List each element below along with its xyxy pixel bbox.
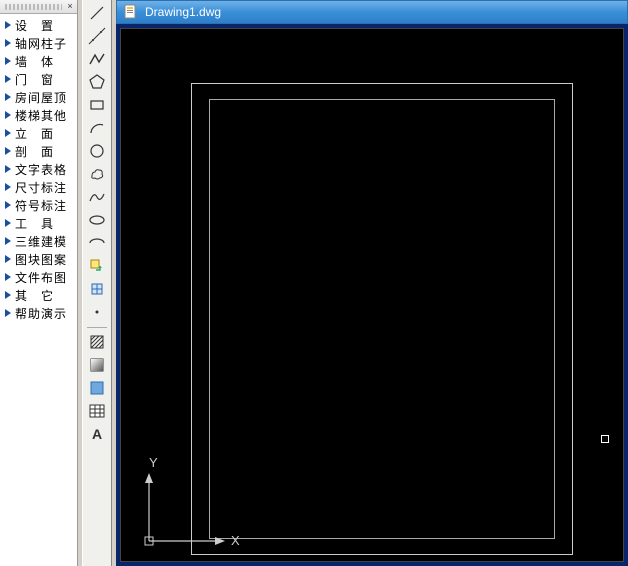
point-tool[interactable] <box>85 301 109 323</box>
sidebar-item-label: 工 具 <box>15 215 54 232</box>
sidebar-item-label: 帮助演示 <box>15 305 67 322</box>
category-panel: × 设 置 轴网柱子 墙 体 门 窗 房间屋顶 楼梯其他 立 面 <box>0 0 78 566</box>
expand-icon <box>4 111 12 119</box>
table-tool[interactable] <box>85 400 109 422</box>
construction-line-tool[interactable] <box>85 25 109 47</box>
ellipse-tool[interactable] <box>85 209 109 231</box>
sidebar-item-section[interactable]: 剖 面 <box>0 142 77 160</box>
sidebar-item-help-demo[interactable]: 帮助演示 <box>0 304 77 322</box>
sidebar-item-dimensions[interactable]: 尺寸标注 <box>0 178 77 196</box>
text-tool[interactable]: A <box>85 423 109 445</box>
sidebar-item-label: 设 置 <box>15 17 54 34</box>
document-title: Drawing1.dwg <box>145 5 221 19</box>
panel-close-button[interactable]: × <box>65 2 75 12</box>
svg-text:A: A <box>92 426 102 442</box>
sidebar-item-room-roof[interactable]: 房间屋顶 <box>0 88 77 106</box>
sidebar-item-3d-modeling[interactable]: 三维建模 <box>0 232 77 250</box>
panel-header: × <box>0 0 77 14</box>
make-block-tool[interactable] <box>85 278 109 300</box>
expand-icon <box>4 237 12 245</box>
draw-toolbar: A <box>82 0 112 566</box>
expand-icon <box>4 93 12 101</box>
sidebar-item-walls[interactable]: 墙 体 <box>0 52 77 70</box>
category-list: 设 置 轴网柱子 墙 体 门 窗 房间屋顶 楼梯其他 立 面 剖 面 <box>0 14 77 324</box>
drawing-window: Drawing1.dwg Y X <box>116 0 628 566</box>
sidebar-item-grid-columns[interactable]: 轴网柱子 <box>0 34 77 52</box>
expand-icon <box>4 255 12 263</box>
expand-icon <box>4 309 12 317</box>
region-tool[interactable] <box>85 377 109 399</box>
expand-icon <box>4 129 12 137</box>
sidebar-item-label: 门 窗 <box>15 71 54 88</box>
revision-cloud-tool[interactable] <box>85 163 109 185</box>
sidebar-item-label: 尺寸标注 <box>15 179 67 196</box>
sidebar-item-other[interactable]: 其 它 <box>0 286 77 304</box>
sidebar-item-label: 图块图案 <box>15 251 67 268</box>
expand-icon <box>4 201 12 209</box>
sidebar-item-label: 墙 体 <box>15 53 54 70</box>
sidebar-item-file-layout[interactable]: 文件布图 <box>0 268 77 286</box>
sidebar-item-stairs[interactable]: 楼梯其他 <box>0 106 77 124</box>
circle-tool[interactable] <box>85 140 109 162</box>
sidebar-item-label: 楼梯其他 <box>15 107 67 124</box>
polyline-tool[interactable] <box>85 48 109 70</box>
polygon-tool[interactable] <box>85 71 109 93</box>
rectangle-tool[interactable] <box>85 94 109 116</box>
toolbar-separator <box>87 327 107 328</box>
expand-icon <box>4 75 12 83</box>
sidebar-item-label: 房间屋顶 <box>15 89 67 106</box>
sidebar-item-elevation[interactable]: 立 面 <box>0 124 77 142</box>
expand-icon <box>4 291 12 299</box>
sidebar-item-settings[interactable]: 设 置 <box>0 16 77 34</box>
expand-icon <box>4 147 12 155</box>
ucs-y-label: Y <box>149 455 158 470</box>
expand-icon <box>4 57 12 65</box>
expand-icon <box>4 219 12 227</box>
gradient-tool[interactable] <box>85 354 109 376</box>
sidebar-item-label: 剖 面 <box>15 143 54 160</box>
drawing-rect-inner <box>209 99 555 539</box>
ucs-x-label: X <box>231 533 240 548</box>
pick-box-cursor <box>601 435 609 443</box>
expand-icon <box>4 183 12 191</box>
ucs-icon: Y X <box>131 453 251 553</box>
expand-icon <box>4 39 12 47</box>
sidebar-item-label: 立 面 <box>15 125 54 142</box>
sidebar-item-label: 三维建模 <box>15 233 67 250</box>
sidebar-item-symbols[interactable]: 符号标注 <box>0 196 77 214</box>
expand-icon <box>4 21 12 29</box>
model-space[interactable]: Y X <box>120 28 624 562</box>
document-title-bar[interactable]: Drawing1.dwg <box>116 0 628 24</box>
ellipse-arc-tool[interactable] <box>85 232 109 254</box>
insert-block-tool[interactable] <box>85 255 109 277</box>
document-icon <box>123 4 139 20</box>
sidebar-item-label: 文件布图 <box>15 269 67 286</box>
expand-icon <box>4 165 12 173</box>
hatch-tool[interactable] <box>85 331 109 353</box>
sidebar-item-label: 其 它 <box>15 287 54 304</box>
sidebar-item-blocks-patterns[interactable]: 图块图案 <box>0 250 77 268</box>
sidebar-item-label: 文字表格 <box>15 161 67 178</box>
panel-grip[interactable] <box>5 4 62 10</box>
spline-tool[interactable] <box>85 186 109 208</box>
line-tool[interactable] <box>85 2 109 24</box>
expand-icon <box>4 273 12 281</box>
sidebar-item-doors-windows[interactable]: 门 窗 <box>0 70 77 88</box>
sidebar-item-label: 符号标注 <box>15 197 67 214</box>
sidebar-item-tools[interactable]: 工 具 <box>0 214 77 232</box>
sidebar-item-label: 轴网柱子 <box>15 35 67 52</box>
arc-tool[interactable] <box>85 117 109 139</box>
sidebar-item-text-tables[interactable]: 文字表格 <box>0 160 77 178</box>
